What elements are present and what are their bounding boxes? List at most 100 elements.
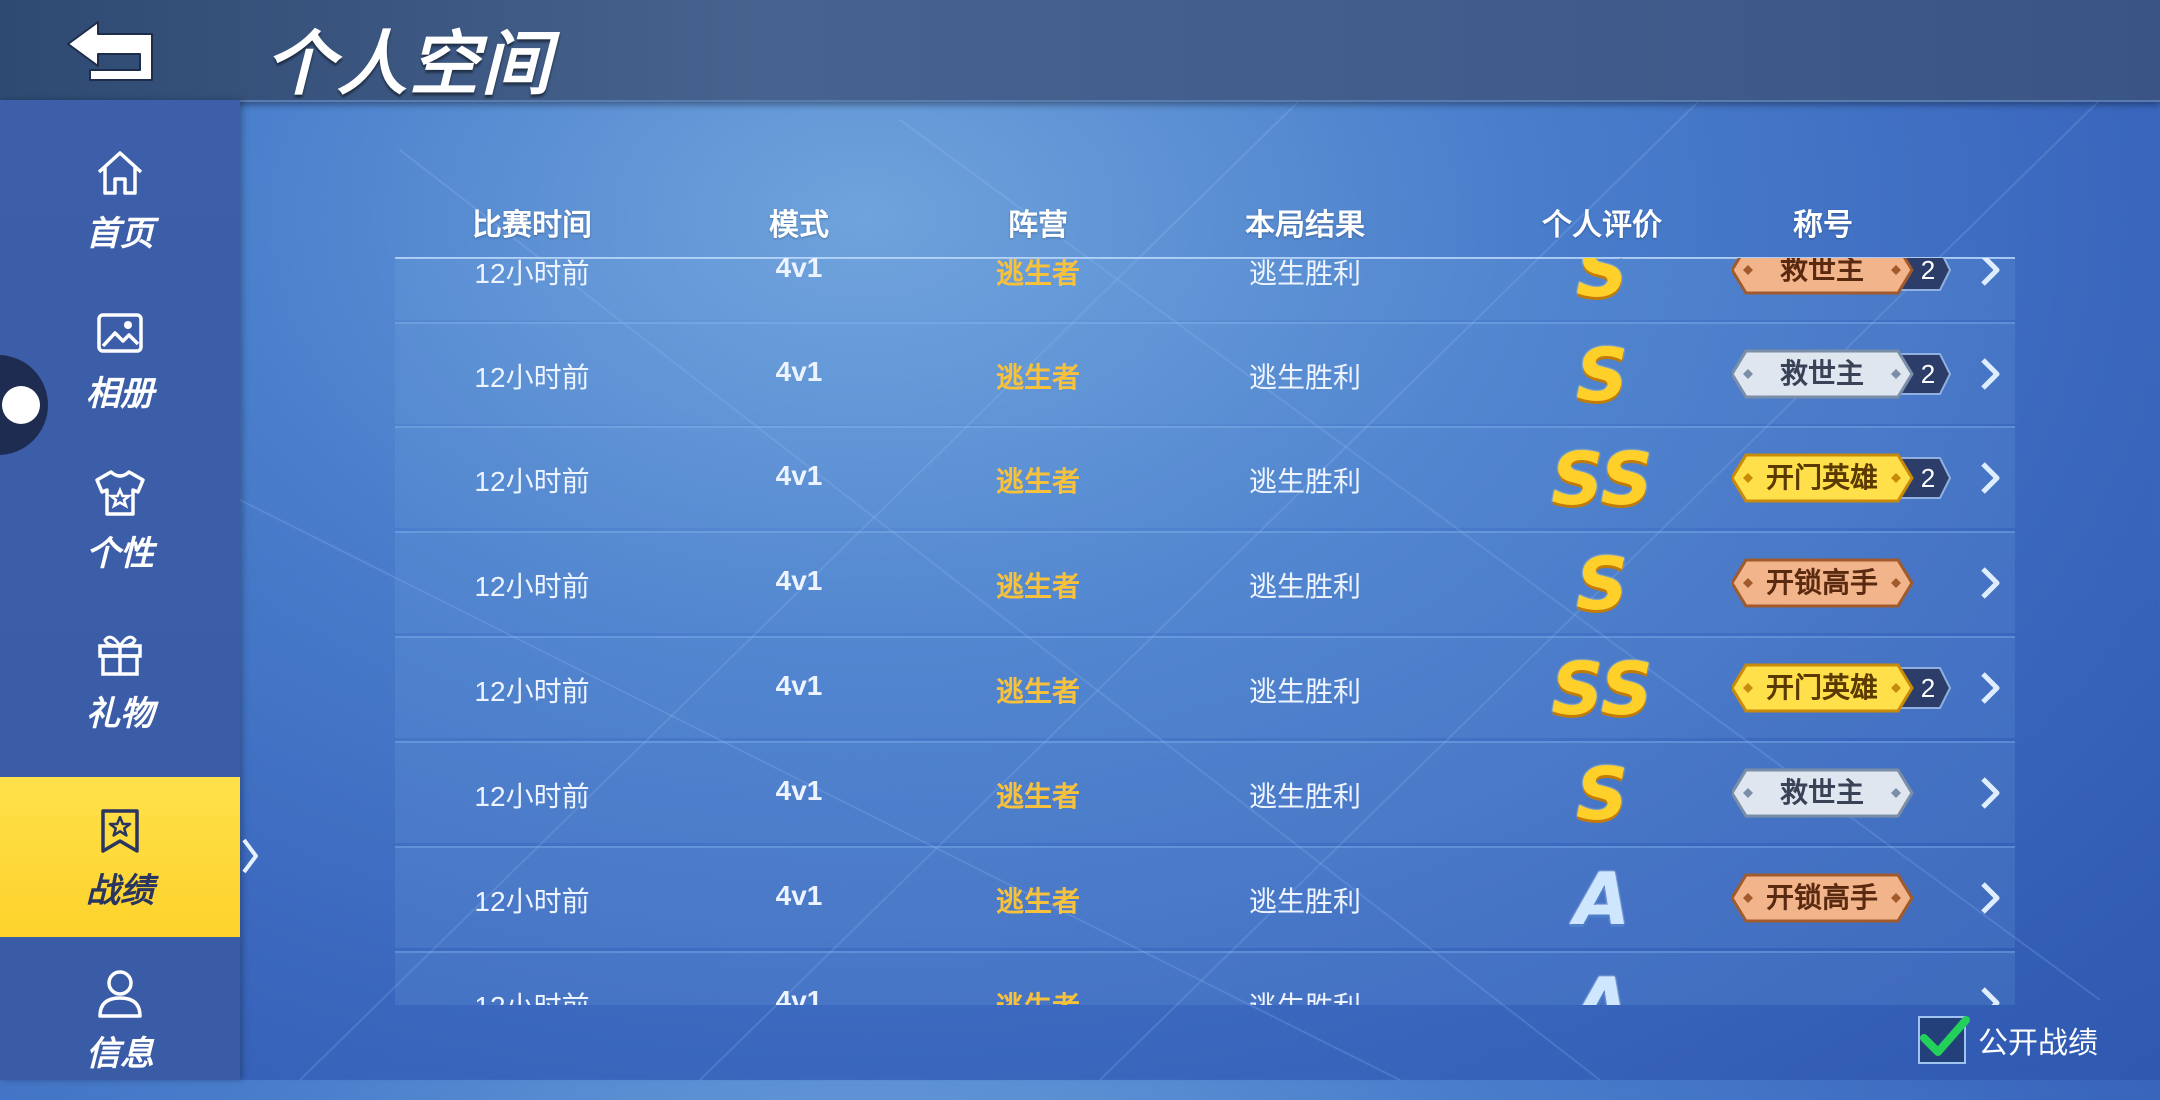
public-record-label: 公开战绩 bbox=[1978, 1027, 2098, 1060]
title-count: 2 bbox=[1920, 359, 1936, 389]
row-detail-chevron-icon[interactable] bbox=[1978, 565, 2004, 601]
sidebar-item-label: 首页 bbox=[86, 214, 154, 253]
top-bar: 个人空间 bbox=[0, 0, 2160, 103]
rating-grade-label: S bbox=[1576, 258, 1628, 313]
match-result: 逃生胜利 bbox=[1248, 258, 1362, 289]
table-row[interactable]: 12小时前 4v1 逃生者 逃生胜利 SS 开门英雄 2 bbox=[395, 636, 2015, 738]
table-row[interactable]: 12小时前 4v1 逃生者 逃生胜利 A bbox=[395, 951, 2015, 1005]
match-camp: 逃生者 bbox=[995, 571, 1081, 602]
match-camp: 逃生者 bbox=[995, 466, 1081, 497]
match-time: 12小时前 bbox=[474, 676, 590, 707]
row-detail-chevron-icon[interactable] bbox=[1978, 775, 2004, 811]
match-camp: 逃生者 bbox=[995, 362, 1081, 393]
match-camp: 逃生者 bbox=[995, 886, 1081, 917]
rating-grade-label: S bbox=[1576, 752, 1628, 836]
rating-grade-label: SS bbox=[1551, 437, 1653, 521]
table-row[interactable]: 12小时前 4v1 逃生者 逃生胜利 SS 开门英雄 2 bbox=[395, 426, 2015, 528]
rating-grade-label: A bbox=[1574, 857, 1630, 941]
image-icon bbox=[97, 312, 143, 353]
column-header-title: 称号 bbox=[1793, 209, 1853, 242]
match-camp: 逃生者 bbox=[995, 676, 1081, 707]
sidebar-item-label: 信息 bbox=[86, 1034, 154, 1073]
title-count: 2 bbox=[1920, 258, 1936, 285]
row-detail-chevron-icon[interactable] bbox=[1978, 880, 2004, 916]
match-mode: 4v1 bbox=[775, 880, 823, 911]
row-detail-chevron-icon[interactable] bbox=[1978, 670, 2004, 706]
title-count: 2 bbox=[1920, 673, 1936, 703]
table-row[interactable]: 12小时前 4v1 逃生者 逃生胜利 S 开锁高手 bbox=[395, 531, 2015, 633]
sidebar-item-gift[interactable]: 礼物 bbox=[0, 600, 240, 760]
gift-icon bbox=[98, 635, 142, 676]
rating-grade: S bbox=[1576, 338, 1628, 412]
title-badge[interactable]: 开门英雄 2 bbox=[1732, 452, 1952, 504]
match-record-list[interactable]: 12小时前 4v1 逃生者 逃生胜利 S 救世主 2 12小时前 4v1 逃生者 逃生胜利 S 救世主 2… bbox=[395, 258, 2015, 1005]
back-button[interactable] bbox=[60, 14, 170, 86]
title-badge[interactable]: 开门英雄 2 bbox=[1732, 662, 1952, 714]
user-icon bbox=[98, 969, 142, 1018]
title-badge-label: 救世主 bbox=[1779, 258, 1864, 285]
active-tab-indicator-icon bbox=[242, 838, 258, 874]
table-row[interactable]: 12小时前 4v1 逃生者 逃生胜利 S 救世主 2 bbox=[395, 322, 2015, 424]
match-camp: 逃生者 bbox=[995, 258, 1081, 289]
match-mode: 4v1 bbox=[775, 356, 823, 387]
match-time: 12小时前 bbox=[474, 571, 590, 602]
match-time: 12小时前 bbox=[474, 985, 589, 1005]
back-arrow-icon bbox=[67, 21, 153, 81]
title-badge[interactable]: 救世主 2 bbox=[1732, 348, 1952, 400]
match-mode: 4v1 bbox=[775, 670, 823, 701]
match-mode: 4v1 bbox=[775, 258, 823, 283]
rating-grade-label: A bbox=[1574, 962, 1630, 1005]
row-detail-chevron-icon[interactable] bbox=[1978, 258, 2004, 288]
match-result: 逃生胜利 bbox=[1248, 362, 1362, 393]
rating-grade: A bbox=[1574, 967, 1630, 1005]
rating-grade-label: SS bbox=[1551, 647, 1653, 731]
row-detail-chevron-icon[interactable] bbox=[1978, 356, 2004, 392]
match-camp: 逃生者 bbox=[996, 985, 1080, 1005]
match-time: 12小时前 bbox=[474, 466, 590, 497]
title-badge[interactable]: 开锁高手 bbox=[1732, 557, 1942, 609]
sidebar-item-info[interactable]: 信息 bbox=[0, 940, 240, 1100]
title-badge[interactable]: 救世主 bbox=[1732, 767, 1942, 819]
match-result: 逃生胜利 bbox=[1248, 466, 1362, 497]
checkmark-icon bbox=[1920, 1016, 1970, 1056]
title-badge-label: 开锁高手 bbox=[1765, 882, 1878, 913]
shirt-icon bbox=[95, 469, 145, 516]
match-time: 12小时前 bbox=[474, 886, 590, 917]
public-record-checkbox[interactable] bbox=[1918, 1016, 1970, 1064]
sidebar-item-personality[interactable]: 个性 bbox=[0, 440, 240, 600]
title-badge-label: 救世主 bbox=[1779, 777, 1864, 808]
table-row[interactable]: 12小时前 4v1 逃生者 逃生胜利 S 救世主 2 bbox=[395, 258, 2015, 320]
match-result: 逃生胜利 bbox=[1248, 886, 1362, 917]
table-header: 比赛时间 模式 阵营 本局结果 个人评价 称号 bbox=[395, 190, 2015, 260]
title-badge-label: 开门英雄 bbox=[1765, 672, 1878, 703]
title-badge-label: 救世主 bbox=[1779, 358, 1864, 389]
match-camp: 逃生者 bbox=[995, 781, 1081, 812]
public-record-toggle[interactable]: 公开战绩 bbox=[1918, 1012, 2098, 1068]
rating-grade: A bbox=[1574, 862, 1630, 936]
sidebar-item-label: 礼物 bbox=[86, 694, 154, 733]
sidebar-item-label: 相册 bbox=[86, 374, 154, 413]
match-mode: 4v1 bbox=[775, 775, 823, 806]
sidebar-item-label: 战绩 bbox=[86, 871, 154, 910]
title-badge[interactable]: 开锁高手 bbox=[1732, 872, 1942, 924]
badge-icon bbox=[101, 808, 139, 853]
sidebar-item-label: 个性 bbox=[86, 534, 154, 573]
sidebar-item-records[interactable]: 战绩 bbox=[0, 777, 240, 937]
table-row[interactable]: 12小时前 4v1 逃生者 逃生胜利 A 开锁高手 bbox=[395, 846, 2015, 948]
title-count: 2 bbox=[1920, 463, 1936, 493]
title-badge[interactable]: 救世主 2 bbox=[1732, 258, 1952, 296]
match-result: 逃生胜利 bbox=[1248, 571, 1362, 602]
rating-grade: S bbox=[1576, 547, 1628, 621]
page-title: 个人空间 bbox=[265, 25, 553, 103]
rating-grade-label: S bbox=[1576, 333, 1628, 417]
sidebar: 首页 相册 个性 礼物 战绩 信息 bbox=[0, 100, 240, 1080]
sidebar-item-home[interactable]: 首页 bbox=[0, 120, 240, 280]
table-row[interactable]: 12小时前 4v1 逃生者 逃生胜利 S 救世主 bbox=[395, 741, 2015, 843]
title-badge-label: 开门英雄 bbox=[1765, 462, 1878, 493]
rating-grade-label: S bbox=[1576, 542, 1628, 626]
row-detail-chevron-icon[interactable] bbox=[1978, 460, 2004, 496]
column-header-rating: 个人评价 bbox=[1542, 209, 1662, 242]
row-detail-chevron-icon[interactable] bbox=[1978, 985, 2004, 1005]
match-time: 12小时前 bbox=[474, 258, 590, 289]
column-header-camp: 阵营 bbox=[1008, 209, 1068, 242]
